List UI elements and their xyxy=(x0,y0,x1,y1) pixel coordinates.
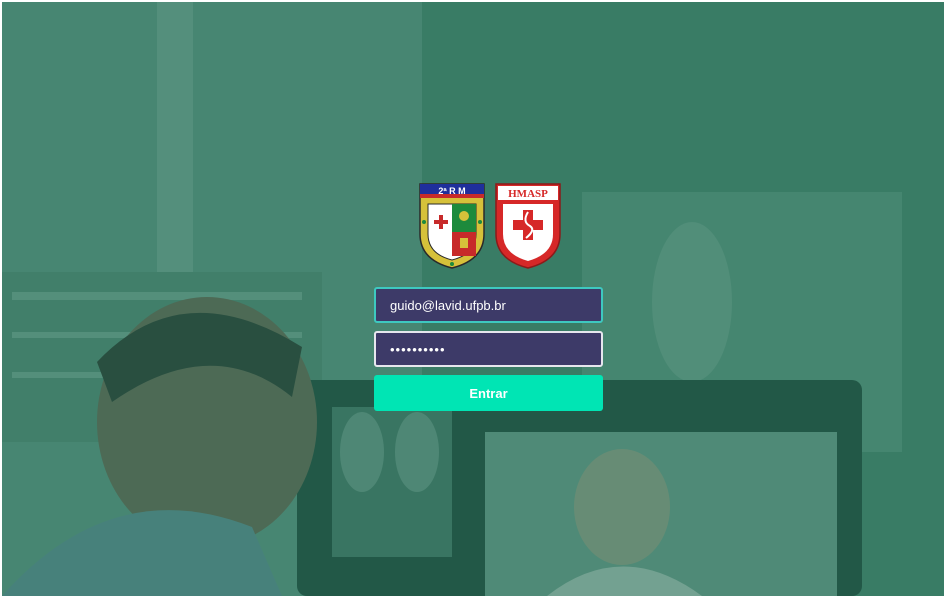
hospital-emblem-icon: HMASP xyxy=(495,183,561,269)
email-input[interactable] xyxy=(374,287,603,323)
login-form: 2ª R M HMASP guido@lavid.ufpb.br •••••••… xyxy=(374,182,603,411)
regional-command-emblem-icon: 2ª R M xyxy=(419,183,485,269)
emblems: 2ª R M HMASP xyxy=(377,182,603,272)
emblem-left-label: 2ª R M xyxy=(438,186,465,196)
login-button[interactable]: Entrar xyxy=(374,375,603,411)
password-input[interactable] xyxy=(374,331,603,367)
emblem-right-label: HMASP xyxy=(508,188,548,200)
login-page: 2ª R M HMASP guido@lavid.ufpb.br •••••••… xyxy=(0,0,946,598)
